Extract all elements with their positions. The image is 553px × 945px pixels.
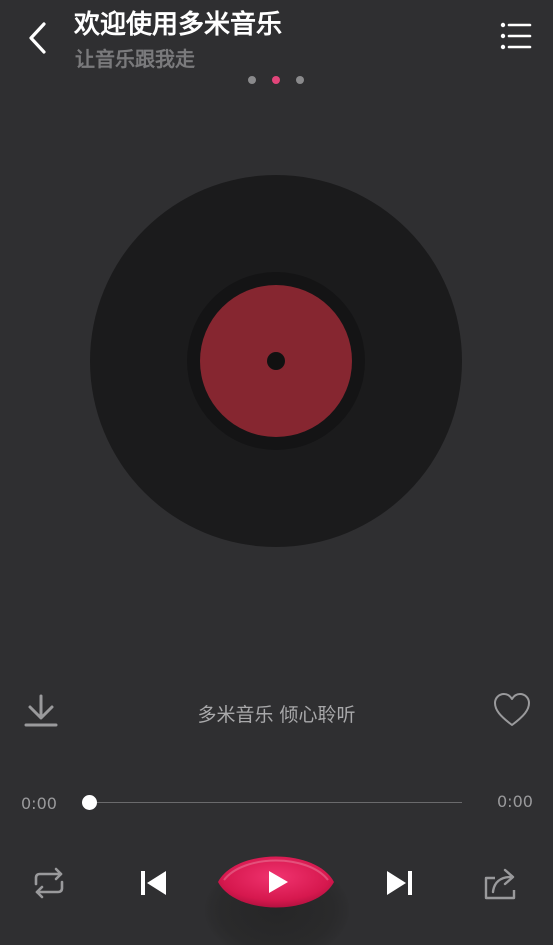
skip-next-icon [387,871,412,895]
like-button[interactable] [492,692,532,728]
list-menu-icon [500,22,532,50]
player-screen: 欢迎使用多米音乐 让音乐跟我走 多米音乐 倾心聆听 0:00 0:00 [0,0,553,945]
page-title: 欢迎使用多米音乐 [74,10,283,40]
play-icon [218,856,334,908]
page-subtitle: 让音乐跟我走 [75,47,195,71]
vinyl-record [90,175,462,547]
page-dot[interactable] [296,76,304,84]
progress-track[interactable] [82,802,462,803]
record-spindle-hole [267,352,285,370]
back-button[interactable] [18,18,58,58]
share-button[interactable] [481,864,521,902]
chevron-left-icon [29,22,46,54]
skip-previous-icon [141,871,166,895]
previous-button[interactable] [136,868,170,898]
page-dot[interactable] [272,76,280,84]
time-total: 0:00 [497,792,533,811]
next-button[interactable] [383,868,417,898]
heart-icon [494,693,530,726]
download-icon [24,694,58,727]
page-dot[interactable] [248,76,256,84]
download-button[interactable] [22,692,60,730]
page-indicator [247,76,307,84]
playlist-menu-button[interactable] [494,18,536,56]
time-current: 0:00 [21,794,57,813]
repeat-button[interactable] [30,866,68,900]
progress-thumb[interactable] [82,795,97,810]
song-info-text: 多米音乐 倾心聆听 [197,704,356,726]
repeat-icon [34,867,64,899]
share-icon [484,868,516,900]
play-button[interactable] [214,846,338,918]
